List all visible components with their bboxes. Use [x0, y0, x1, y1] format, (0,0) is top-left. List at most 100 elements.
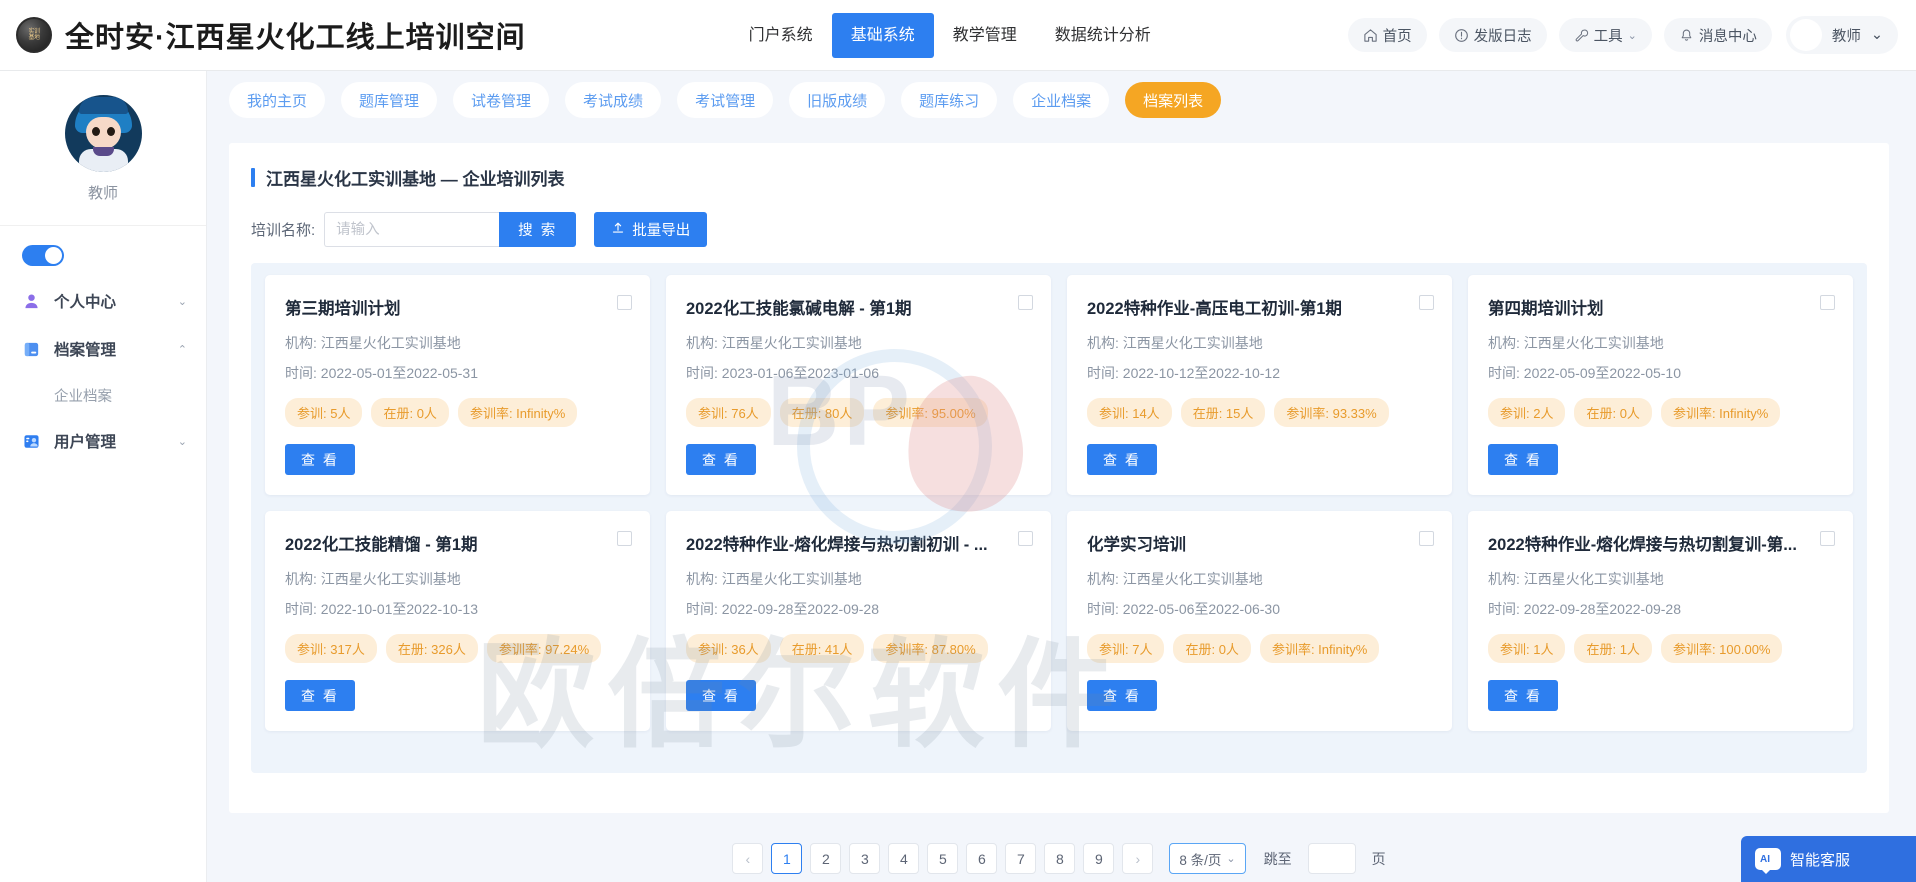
- home-button[interactable]: 首页: [1347, 18, 1427, 52]
- card-checkbox[interactable]: [617, 295, 632, 310]
- card-time: 时间: 2022-10-01至2022-10-13: [285, 599, 630, 619]
- app-header: 实训 基地 全时安·江西星火化工线上培训空间 门户系统 基础系统 教学管理 数据…: [0, 0, 1916, 71]
- page-size-select[interactable]: 8 条/页 ⌄: [1169, 843, 1246, 874]
- pagination-page-9[interactable]: 9: [1083, 843, 1115, 874]
- bell-icon: [1679, 28, 1694, 43]
- training-card[interactable]: 第四期培训计划 机构: 江西星火化工实训基地 时间: 2022-05-09至20…: [1468, 275, 1853, 495]
- pagination-page-6[interactable]: 6: [966, 843, 998, 874]
- sidebar-item-archive-management[interactable]: 档案管理 ⌃: [0, 325, 206, 373]
- pagination-page-5[interactable]: 5: [927, 843, 959, 874]
- training-card[interactable]: 化学实习培训 机构: 江西星火化工实训基地 时间: 2022-05-06至202…: [1067, 511, 1452, 731]
- training-card[interactable]: 2022化工技能精馏 - 第1期 机构: 江西星火化工实训基地 时间: 2022…: [265, 511, 650, 731]
- pagination-page-1[interactable]: 1: [771, 843, 803, 874]
- topnav-item-analytics[interactable]: 数据统计分析: [1036, 13, 1170, 58]
- message-center-label: 消息中心: [1698, 28, 1757, 45]
- tab-legacy-scores[interactable]: 旧版成绩: [789, 82, 886, 118]
- card-checkbox[interactable]: [1820, 295, 1835, 310]
- card-view-button[interactable]: 查 看: [285, 444, 355, 475]
- tag-attendees: 参训: 14人: [1087, 398, 1172, 427]
- pagination-prev[interactable]: ‹: [732, 843, 764, 874]
- card-time: 时间: 2022-09-28至2022-09-28: [1488, 599, 1833, 619]
- training-card[interactable]: 第三期培训计划 机构: 江西星火化工实训基地 时间: 2022-05-01至20…: [265, 275, 650, 495]
- home-button-label: 首页: [1382, 28, 1412, 45]
- tab-my-homepage[interactable]: 我的主页: [229, 82, 326, 118]
- card-org-label: 机构:: [1488, 335, 1520, 351]
- pagination-page-8[interactable]: 8: [1044, 843, 1076, 874]
- topnav-item-teaching[interactable]: 教学管理: [934, 13, 1036, 58]
- card-checkbox[interactable]: [617, 531, 632, 546]
- users-icon: [22, 432, 41, 451]
- pagination-next[interactable]: ›: [1122, 843, 1154, 874]
- search-button[interactable]: 搜 索: [499, 212, 577, 247]
- user-name: 教师: [1831, 28, 1861, 45]
- sidebar-item-personal-center[interactable]: 个人中心 ⌄: [0, 277, 206, 325]
- tag-rate: 参训率: 97.24%: [486, 634, 602, 663]
- card-view-button[interactable]: 查 看: [285, 680, 355, 711]
- topnav-item-basic[interactable]: 基础系统: [831, 12, 934, 58]
- card-view-button[interactable]: 查 看: [1087, 680, 1157, 711]
- batch-export-button[interactable]: 批量导出: [594, 212, 708, 247]
- pagination-page-7[interactable]: 7: [1005, 843, 1037, 874]
- card-time-label: 时间:: [1087, 365, 1119, 381]
- tab-enterprise-archive[interactable]: 企业档案: [1013, 82, 1110, 118]
- jump-page-input[interactable]: [1307, 843, 1356, 874]
- sidebar-subitem-enterprise-archive[interactable]: 企业档案: [0, 373, 206, 417]
- tab-paper-management[interactable]: 试卷管理: [453, 82, 550, 118]
- card-title: 2022化工技能氯碱电解 - 第1期: [686, 300, 912, 318]
- tab-archive-list[interactable]: 档案列表: [1125, 82, 1222, 118]
- card-checkbox[interactable]: [1419, 531, 1434, 546]
- pagination: ‹ 1 2 3 4 5 6 7 8 9 › 8 条/页 ⌄ 跳至 页: [229, 843, 1889, 874]
- card-checkbox[interactable]: [1820, 531, 1835, 546]
- tab-question-bank[interactable]: 题库管理: [341, 82, 438, 118]
- info-circle-icon: [1454, 28, 1469, 43]
- tools-menu[interactable]: 工具 ⌄: [1558, 18, 1652, 52]
- brand-logo-icon: 实训 基地: [16, 17, 52, 53]
- cards-container: 第三期培训计划 机构: 江西星火化工实训基地 时间: 2022-05-01至20…: [251, 263, 1867, 773]
- tag-attendees: 参训: 7人: [1087, 634, 1165, 663]
- training-card[interactable]: 2022特种作业-熔化焊接与热切割复训-第... 机构: 江西星火化工实训基地 …: [1468, 511, 1853, 731]
- pagination-page-3[interactable]: 3: [849, 843, 881, 874]
- training-card[interactable]: 2022化工技能氯碱电解 - 第1期 机构: 江西星火化工实训基地 时间: 20…: [666, 275, 1051, 495]
- batch-export-label: 批量导出: [632, 223, 691, 239]
- card-view-button[interactable]: 查 看: [1087, 444, 1157, 475]
- brand: 实训 基地 全时安·江西星火化工线上培训空间: [16, 14, 526, 56]
- card-view-button[interactable]: 查 看: [1488, 444, 1558, 475]
- card-time-value: 2022-10-01至2022-10-13: [320, 601, 479, 617]
- tag-attendees: 参训: 317人: [285, 634, 377, 663]
- chat-support-button[interactable]: AI 智能客服: [1741, 836, 1916, 882]
- topnav-item-portal[interactable]: 门户系统: [730, 13, 832, 58]
- sidebar-toggle-row: [0, 226, 206, 277]
- card-checkbox[interactable]: [1419, 295, 1434, 310]
- card-time-value: 2022-09-28至2022-09-28: [721, 601, 880, 617]
- sidebar-item-label: 档案管理: [54, 342, 117, 359]
- card-checkbox[interactable]: [1018, 531, 1033, 546]
- chevron-down-icon: ⌄: [177, 295, 187, 308]
- training-card[interactable]: 2022特种作业-熔化焊接与热切割初训 - ... 机构: 江西星火化工实训基地…: [666, 511, 1051, 731]
- tab-exam-management[interactable]: 考试管理: [677, 82, 774, 118]
- tab-question-practice[interactable]: 题库练习: [901, 82, 998, 118]
- search-input[interactable]: [324, 212, 500, 247]
- training-card[interactable]: 2022特种作业-高压电工初训-第1期 机构: 江西星火化工实训基地 时间: 2…: [1067, 275, 1452, 495]
- card-time-label: 时间:: [285, 601, 317, 617]
- card-view-button[interactable]: 查 看: [686, 444, 756, 475]
- message-center-button[interactable]: 消息中心: [1663, 18, 1772, 52]
- search-label: 培训名称:: [251, 222, 316, 239]
- card-title: 2022特种作业-高压电工初训-第1期: [1087, 300, 1342, 318]
- home-icon: [1363, 28, 1378, 43]
- card-org-label: 机构:: [1488, 571, 1520, 587]
- release-log-button[interactable]: 发版日志: [1438, 18, 1547, 52]
- card-checkbox[interactable]: [1018, 295, 1033, 310]
- brand-logo-line2: 基地: [28, 35, 40, 41]
- sidebar-item-label: 个人中心: [54, 294, 117, 311]
- card-org-value: 江西星火化工实训基地: [1523, 571, 1664, 587]
- tag-attendees: 参训: 76人: [686, 398, 771, 427]
- tab-exam-scores[interactable]: 考试成绩: [565, 82, 662, 118]
- user-menu[interactable]: 教师 ⌄: [1785, 16, 1898, 54]
- card-org: 机构: 江西星火化工实训基地: [285, 333, 630, 353]
- sidebar-item-user-management[interactable]: 用户管理 ⌄: [0, 417, 206, 465]
- pagination-page-2[interactable]: 2: [810, 843, 842, 874]
- sidebar-collapse-toggle[interactable]: [22, 245, 64, 266]
- card-view-button[interactable]: 查 看: [1488, 680, 1558, 711]
- card-view-button[interactable]: 查 看: [686, 680, 756, 711]
- pagination-page-4[interactable]: 4: [888, 843, 920, 874]
